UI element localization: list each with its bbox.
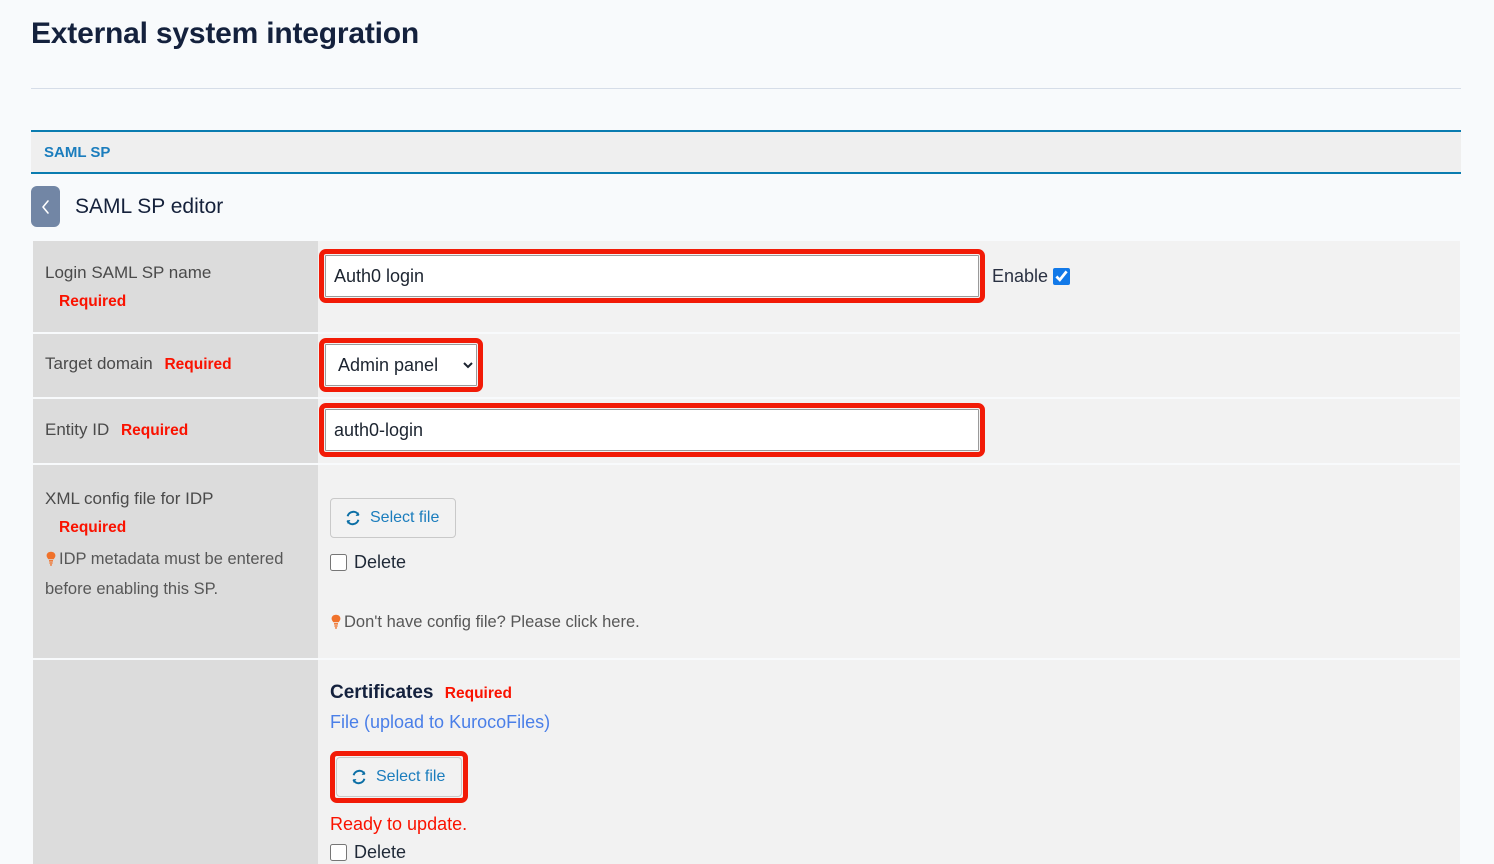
tab-saml-sp[interactable]: SAML SP — [31, 132, 124, 164]
field-value-entity-id — [318, 399, 1460, 463]
entity-id-label-text: Entity ID — [45, 420, 109, 439]
target-domain-select[interactable]: Admin panel — [325, 344, 477, 386]
field-value-xml-config: Select file Delete — [318, 465, 1460, 658]
table-row: XML config file for IDP Required IDP met… — [33, 465, 1460, 658]
certificates-select-file-highlight-box: Select file — [330, 751, 468, 803]
xml-config-required-badge: Required — [59, 519, 126, 536]
xml-config-label-text: XML config file for IDP — [45, 485, 306, 513]
certificates-delete-label: Delete — [354, 842, 406, 863]
xml-config-select-file-label: Select file — [370, 508, 439, 528]
sp-name-highlight-box — [319, 249, 985, 303]
saml-sp-form: Login SAML SP name Required Enable Targe — [33, 239, 1460, 864]
enable-checkbox[interactable] — [1053, 268, 1070, 285]
page-header: External system integration — [0, 0, 1494, 90]
field-label-certificates — [33, 660, 318, 864]
certificates-select-file-button[interactable]: Select file — [336, 757, 462, 797]
xml-config-select-file-button[interactable]: Select file — [330, 498, 456, 538]
xml-config-footer-hint[interactable]: Don't have config file? Please click her… — [330, 607, 1460, 637]
back-button[interactable] — [31, 186, 60, 227]
sp-name-label-text: Login SAML SP name — [45, 259, 306, 287]
xml-config-hint: IDP metadata must be entered before enab… — [45, 544, 306, 604]
sync-icon — [351, 769, 367, 785]
xml-config-hint-text: IDP metadata must be entered before enab… — [45, 550, 283, 598]
certificates-delete-group: Delete — [330, 842, 1460, 863]
certificates-status-text: Ready to update. — [330, 810, 1460, 838]
target-domain-highlight-box: Admin panel — [319, 338, 483, 392]
entity-id-input[interactable] — [325, 409, 979, 451]
chevron-left-icon — [40, 199, 51, 215]
table-row: Certificates Required File (upload to Ku… — [33, 660, 1460, 864]
editor-title: SAML SP editor — [75, 193, 223, 221]
entity-id-required-badge: Required — [121, 422, 188, 439]
target-domain-label-text: Target domain — [45, 354, 153, 373]
enable-label: Enable — [992, 266, 1048, 287]
lightbulb-icon — [45, 551, 57, 566]
certificates-select-file-label: Select file — [376, 767, 445, 787]
field-label-xml-config: XML config file for IDP Required IDP met… — [33, 465, 318, 658]
field-value-certificates: Certificates Required File (upload to Ku… — [318, 660, 1460, 864]
field-label-target-domain: Target domain Required — [33, 334, 318, 397]
tab-bar: SAML SP — [31, 130, 1461, 174]
target-domain-required-badge: Required — [164, 356, 231, 373]
sp-name-required-badge: Required — [59, 293, 126, 310]
xml-config-delete-group: Delete — [330, 552, 1460, 573]
sp-name-input[interactable] — [325, 255, 979, 297]
editor-header: SAML SP editor — [31, 186, 223, 227]
certificates-delete-checkbox[interactable] — [330, 844, 347, 861]
certificates-required-badge: Required — [445, 685, 512, 702]
field-value-target-domain: Admin panel — [318, 334, 1460, 397]
table-row: Login SAML SP name Required Enable — [33, 241, 1460, 332]
lightbulb-icon — [330, 614, 342, 629]
field-label-sp-name: Login SAML SP name Required — [33, 241, 318, 332]
page-title: External system integration — [31, 14, 1494, 54]
page-root: External system integration SAML SP SAML… — [0, 0, 1494, 864]
sync-icon — [345, 510, 361, 526]
table-row: Target domain Required Admin panel — [33, 334, 1460, 397]
field-value-sp-name: Enable — [318, 241, 1460, 332]
entity-id-highlight-box — [319, 403, 985, 457]
xml-config-footer-hint-text: Don't have config file? Please click her… — [344, 613, 640, 631]
certificates-title-text: Certificates — [330, 682, 434, 703]
certificates-file-link[interactable]: File (upload to KurocoFiles) — [330, 707, 550, 737]
field-label-entity-id: Entity ID Required — [33, 399, 318, 463]
xml-config-delete-checkbox[interactable] — [330, 554, 347, 571]
xml-config-delete-label: Delete — [354, 552, 406, 573]
header-divider — [31, 88, 1461, 89]
certificates-title: Certificates Required — [330, 680, 1460, 707]
enable-group: Enable — [992, 266, 1070, 287]
table-row: Entity ID Required — [33, 399, 1460, 463]
